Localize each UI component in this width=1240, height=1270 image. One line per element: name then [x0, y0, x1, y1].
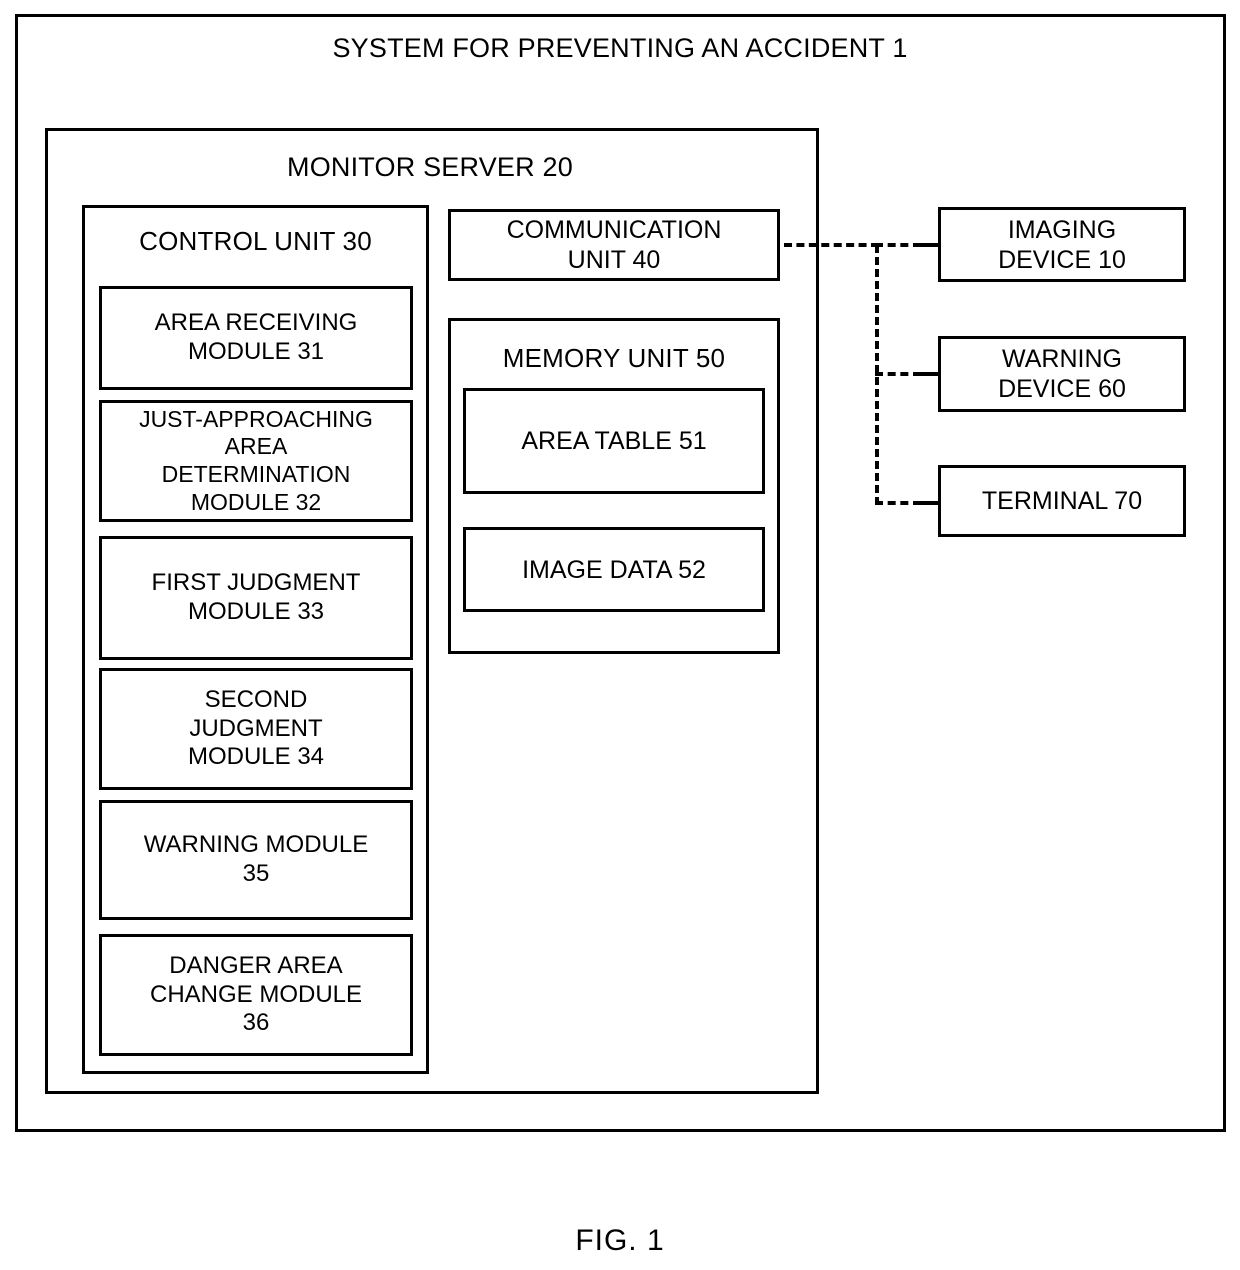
connector-imaging-device-stub [915, 243, 940, 247]
figure-caption: FIG. 1 [575, 1224, 665, 1257]
warning-module-box: WARNING MODULE 35 [99, 800, 413, 920]
control-unit-title: CONTROL UNIT 30 [139, 226, 372, 256]
area-table-box: AREA TABLE 51 [463, 388, 765, 494]
warning-device-box: WARNING DEVICE 60 [938, 336, 1186, 412]
memory-unit-title: MEMORY UNIT 50 [502, 343, 726, 373]
first-judgment-module-box: FIRST JUDGMENT MODULE 33 [99, 536, 413, 660]
image-data-box: IMAGE DATA 52 [463, 527, 765, 612]
imaging-device-box: IMAGING DEVICE 10 [938, 207, 1186, 282]
area-receiving-module-box: AREA RECEIVING MODULE 31 [99, 286, 413, 390]
just-approaching-area-determination-module-box: JUST-APPROACHING AREA DETERMINATION MODU… [99, 400, 413, 522]
terminal-box: TERMINAL 70 [938, 465, 1186, 537]
figure-canvas: SYSTEM FOR PREVENTING AN ACCIDENT 1 MONI… [0, 0, 1240, 1270]
connector-warning-device-stub [915, 372, 940, 376]
danger-area-change-module-box: DANGER AREA CHANGE MODULE 36 [99, 934, 413, 1056]
communication-unit-box: COMMUNICATION UNIT 40 [448, 209, 780, 281]
connector-communication-to-bus [784, 243, 879, 247]
system-title: SYSTEM FOR PREVENTING AN ACCIDENT 1 [332, 33, 908, 63]
monitor-server-title: MONITOR SERVER 20 [287, 152, 573, 182]
connector-terminal-stub [915, 501, 940, 505]
second-judgment-module-box: SECOND JUDGMENT MODULE 34 [99, 668, 413, 790]
